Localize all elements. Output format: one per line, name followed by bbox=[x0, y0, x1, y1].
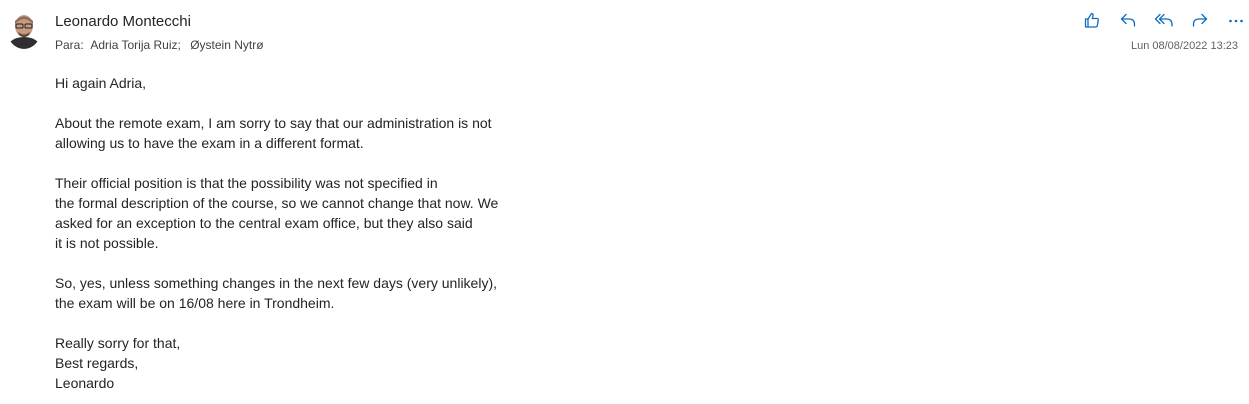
body-line: So, yes, unless something changes in the… bbox=[55, 275, 497, 291]
body-line: it is not possible. bbox=[55, 235, 159, 251]
reply-icon bbox=[1120, 13, 1136, 27]
greeting: Hi again Adria, bbox=[55, 73, 615, 93]
forward-icon bbox=[1192, 13, 1208, 27]
more-actions-button[interactable] bbox=[1218, 8, 1249, 32]
reply-button[interactable] bbox=[1110, 8, 1146, 32]
recipients-label: Para: bbox=[55, 38, 84, 52]
recipient[interactable]: Adria Torija Ruiz; bbox=[90, 38, 180, 52]
message-body: Hi again Adria, About the remote exam, I… bbox=[55, 73, 615, 393]
paragraph: So, yes, unless something changes in the… bbox=[55, 273, 615, 313]
paragraph: About the remote exam, I am sorry to say… bbox=[55, 113, 615, 153]
body-line: allowing us to have the exam in a differ… bbox=[55, 135, 364, 151]
body-line: Hi again Adria, bbox=[55, 75, 147, 91]
recipients-line: Para: Adria Torija Ruiz; Øystein Nytrø bbox=[55, 38, 264, 52]
message-datetime: Lun 08/08/2022 13:23 bbox=[1130, 40, 1238, 52]
body-line: the exam will be on 16/08 here in Trondh… bbox=[55, 295, 335, 311]
like-button[interactable] bbox=[1074, 8, 1110, 32]
like-icon bbox=[1084, 12, 1099, 28]
reply-all-icon bbox=[1154, 13, 1173, 27]
sender-name[interactable]: Leonardo Montecchi bbox=[55, 13, 191, 30]
paragraph: Their official position is that the poss… bbox=[55, 173, 615, 253]
recipient[interactable]: Øystein Nytrø bbox=[190, 38, 263, 52]
avatar[interactable] bbox=[7, 11, 41, 49]
body-line: Best regards, bbox=[55, 355, 139, 371]
signature: Leonardo bbox=[55, 375, 115, 391]
email-reading-pane: Leonardo Montecchi Para: Adria Torija Ru… bbox=[0, 0, 1249, 404]
body-line: About the remote exam, I am sorry to say… bbox=[55, 115, 492, 131]
more-icon bbox=[1229, 19, 1243, 23]
forward-button[interactable] bbox=[1182, 8, 1218, 32]
body-line: asked for an exception to the central ex… bbox=[55, 215, 473, 231]
body-line: the formal description of the course, so… bbox=[55, 195, 499, 211]
message-actions-toolbar bbox=[1074, 8, 1249, 32]
reply-all-button[interactable] bbox=[1146, 8, 1182, 32]
closing: Really sorry for that, Best regards, Leo… bbox=[55, 333, 615, 393]
body-line: Really sorry for that, bbox=[55, 335, 181, 351]
body-line: Their official position is that the poss… bbox=[55, 175, 438, 191]
